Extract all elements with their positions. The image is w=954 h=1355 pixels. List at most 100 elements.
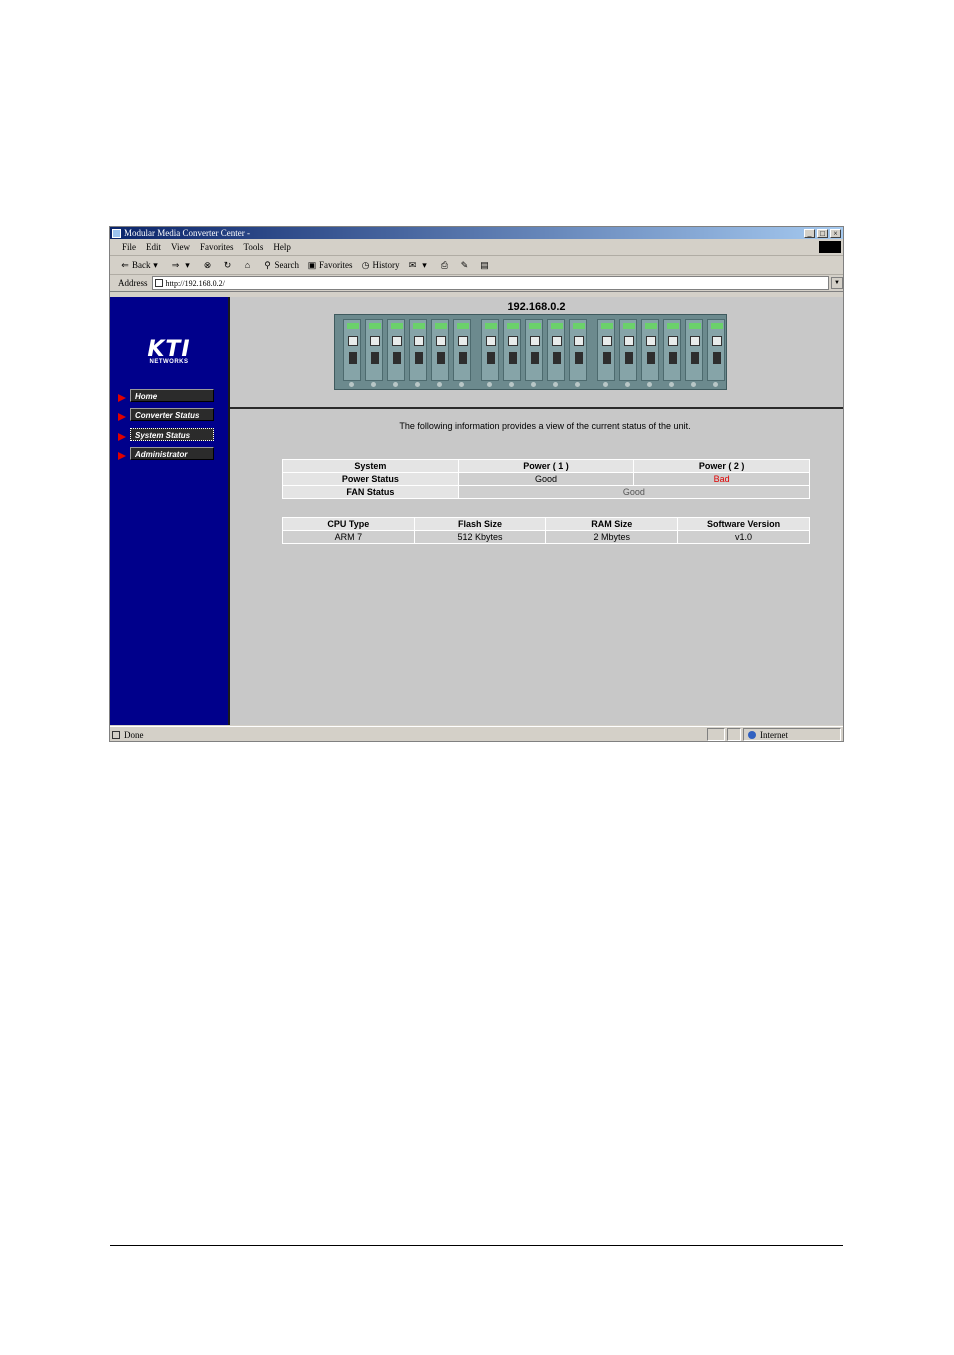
nav-converter-status-button[interactable]: Converter Status bbox=[130, 408, 214, 421]
converter-module bbox=[707, 319, 725, 381]
rj45-port bbox=[552, 336, 562, 346]
red-arrow-icon bbox=[118, 432, 126, 441]
stop-button[interactable]: ⊗ bbox=[203, 260, 215, 270]
converter-module bbox=[597, 319, 615, 381]
refresh-button[interactable]: ↻ bbox=[223, 260, 235, 270]
nav-row-home: Home bbox=[118, 389, 214, 402]
home-icon: ⌂ bbox=[244, 260, 251, 270]
screw bbox=[415, 382, 420, 387]
converter-module bbox=[663, 319, 681, 381]
print-button[interactable]: ⎙ bbox=[440, 260, 452, 270]
rj45-port bbox=[602, 336, 612, 346]
converter-module bbox=[547, 319, 565, 381]
back-button[interactable]: ⇐ Back ▾ bbox=[120, 260, 163, 270]
back-label: Back bbox=[132, 260, 151, 270]
screw bbox=[437, 382, 442, 387]
back-dropdown-icon[interactable]: ▾ bbox=[151, 260, 161, 270]
page-content: KTI NETWORKS Home Converter Status Syste… bbox=[110, 297, 843, 725]
led-indicator bbox=[507, 323, 519, 329]
red-arrow-icon bbox=[118, 393, 126, 402]
power-2-value: Bad bbox=[633, 472, 810, 486]
edit-button[interactable]: ✎ bbox=[460, 260, 472, 270]
menu-favorites[interactable]: Favorites bbox=[200, 242, 234, 252]
history-button[interactable]: ◷ History bbox=[361, 260, 400, 270]
status-text: Done bbox=[124, 729, 144, 740]
column-header-power-1: Power ( 1 ) bbox=[457, 459, 635, 473]
screw bbox=[393, 382, 398, 387]
screw bbox=[371, 382, 376, 387]
forward-arrow-icon: ⇒ bbox=[171, 260, 180, 270]
discuss-icon: ▤ bbox=[480, 260, 489, 270]
maximize-button[interactable]: □ bbox=[817, 228, 828, 238]
forward-dropdown-icon[interactable]: ▾ bbox=[183, 260, 193, 270]
fiber-port bbox=[371, 352, 379, 364]
search-label: Search bbox=[274, 260, 300, 270]
address-url: http://192.168.0.2/ bbox=[165, 278, 225, 288]
led-indicator bbox=[711, 323, 723, 329]
led-indicator bbox=[601, 323, 613, 329]
menu-help[interactable]: Help bbox=[273, 242, 291, 252]
mail-button[interactable]: ✉ ▾ bbox=[408, 260, 432, 270]
search-button[interactable]: ⚲ Search bbox=[263, 260, 300, 270]
nav-system-status-button[interactable]: System Status bbox=[130, 428, 214, 441]
address-input[interactable]: http://192.168.0.2/ bbox=[151, 276, 829, 290]
menu-edit[interactable]: Edit bbox=[146, 242, 161, 252]
red-arrow-icon bbox=[118, 451, 126, 460]
nav-row-system-status: System Status bbox=[118, 428, 214, 441]
nav-home-button[interactable]: Home bbox=[130, 389, 214, 402]
rj45-port bbox=[712, 336, 722, 346]
table-row: Power Status Good Bad bbox=[282, 472, 810, 486]
rj45-port bbox=[624, 336, 634, 346]
led-indicator bbox=[347, 323, 359, 329]
chassis-image bbox=[334, 314, 727, 390]
menu-view[interactable]: View bbox=[171, 242, 190, 252]
forward-button[interactable]: ⇒ ▾ bbox=[171, 260, 195, 270]
rj45-port bbox=[392, 336, 402, 346]
led-indicator bbox=[573, 323, 585, 329]
fiber-port bbox=[415, 352, 423, 364]
back-arrow-icon: ⇐ bbox=[121, 260, 129, 270]
software-version-value: v1.0 bbox=[677, 530, 810, 544]
nav-row-converter-status: Converter Status bbox=[118, 408, 214, 421]
window-title: Modular Media Converter Center - bbox=[124, 228, 250, 238]
globe-icon bbox=[748, 730, 756, 739]
search-icon: ⚲ bbox=[264, 260, 271, 270]
converter-module bbox=[503, 319, 521, 381]
fiber-port bbox=[669, 352, 677, 364]
history-icon: ◷ bbox=[361, 260, 370, 270]
screw bbox=[603, 382, 608, 387]
red-arrow-icon bbox=[118, 412, 126, 421]
edit-icon: ✎ bbox=[460, 260, 469, 270]
converter-module bbox=[453, 319, 471, 381]
menu-tools[interactable]: Tools bbox=[243, 242, 263, 252]
rj45-port bbox=[508, 336, 518, 346]
screw bbox=[487, 382, 492, 387]
led-indicator bbox=[689, 323, 701, 329]
menu-file[interactable]: File bbox=[122, 242, 136, 252]
address-dropdown-icon[interactable]: ▼ bbox=[831, 277, 843, 289]
sidebar: KTI NETWORKS Home Converter Status Syste… bbox=[110, 297, 228, 725]
screw bbox=[669, 382, 674, 387]
home-button[interactable]: ⌂ bbox=[243, 260, 255, 270]
discuss-button[interactable]: ▤ bbox=[480, 260, 492, 270]
row-label-power-status: Power Status bbox=[282, 472, 459, 486]
power-status-table: System Power ( 1 ) Power ( 2 ) Power Sta… bbox=[282, 459, 811, 499]
title-bar[interactable]: Modular Media Converter Center - _ □ × bbox=[110, 227, 843, 239]
fiber-port bbox=[459, 352, 467, 364]
minimize-button[interactable]: _ bbox=[804, 228, 815, 238]
column-header-flash-size: Flash Size bbox=[413, 517, 547, 531]
fiber-port bbox=[625, 352, 633, 364]
column-header-software-version: Software Version bbox=[677, 517, 810, 531]
fiber-port bbox=[509, 352, 517, 364]
intro-text: The following information provides a vie… bbox=[399, 421, 691, 431]
nav-administrator-button[interactable]: Administrator bbox=[130, 447, 214, 460]
zone-label: Internet bbox=[760, 729, 788, 740]
rj45-port bbox=[574, 336, 584, 346]
favorites-button[interactable]: ▣ Favorites bbox=[307, 260, 353, 270]
menu-bar: File Edit View Favorites Tools Help bbox=[110, 239, 843, 256]
led-indicator bbox=[391, 323, 403, 329]
windows-logo-icon bbox=[819, 241, 841, 253]
kti-logo: KTI NETWORKS bbox=[146, 339, 192, 366]
mail-icon: ✉ bbox=[408, 260, 417, 270]
close-button[interactable]: × bbox=[830, 228, 841, 238]
